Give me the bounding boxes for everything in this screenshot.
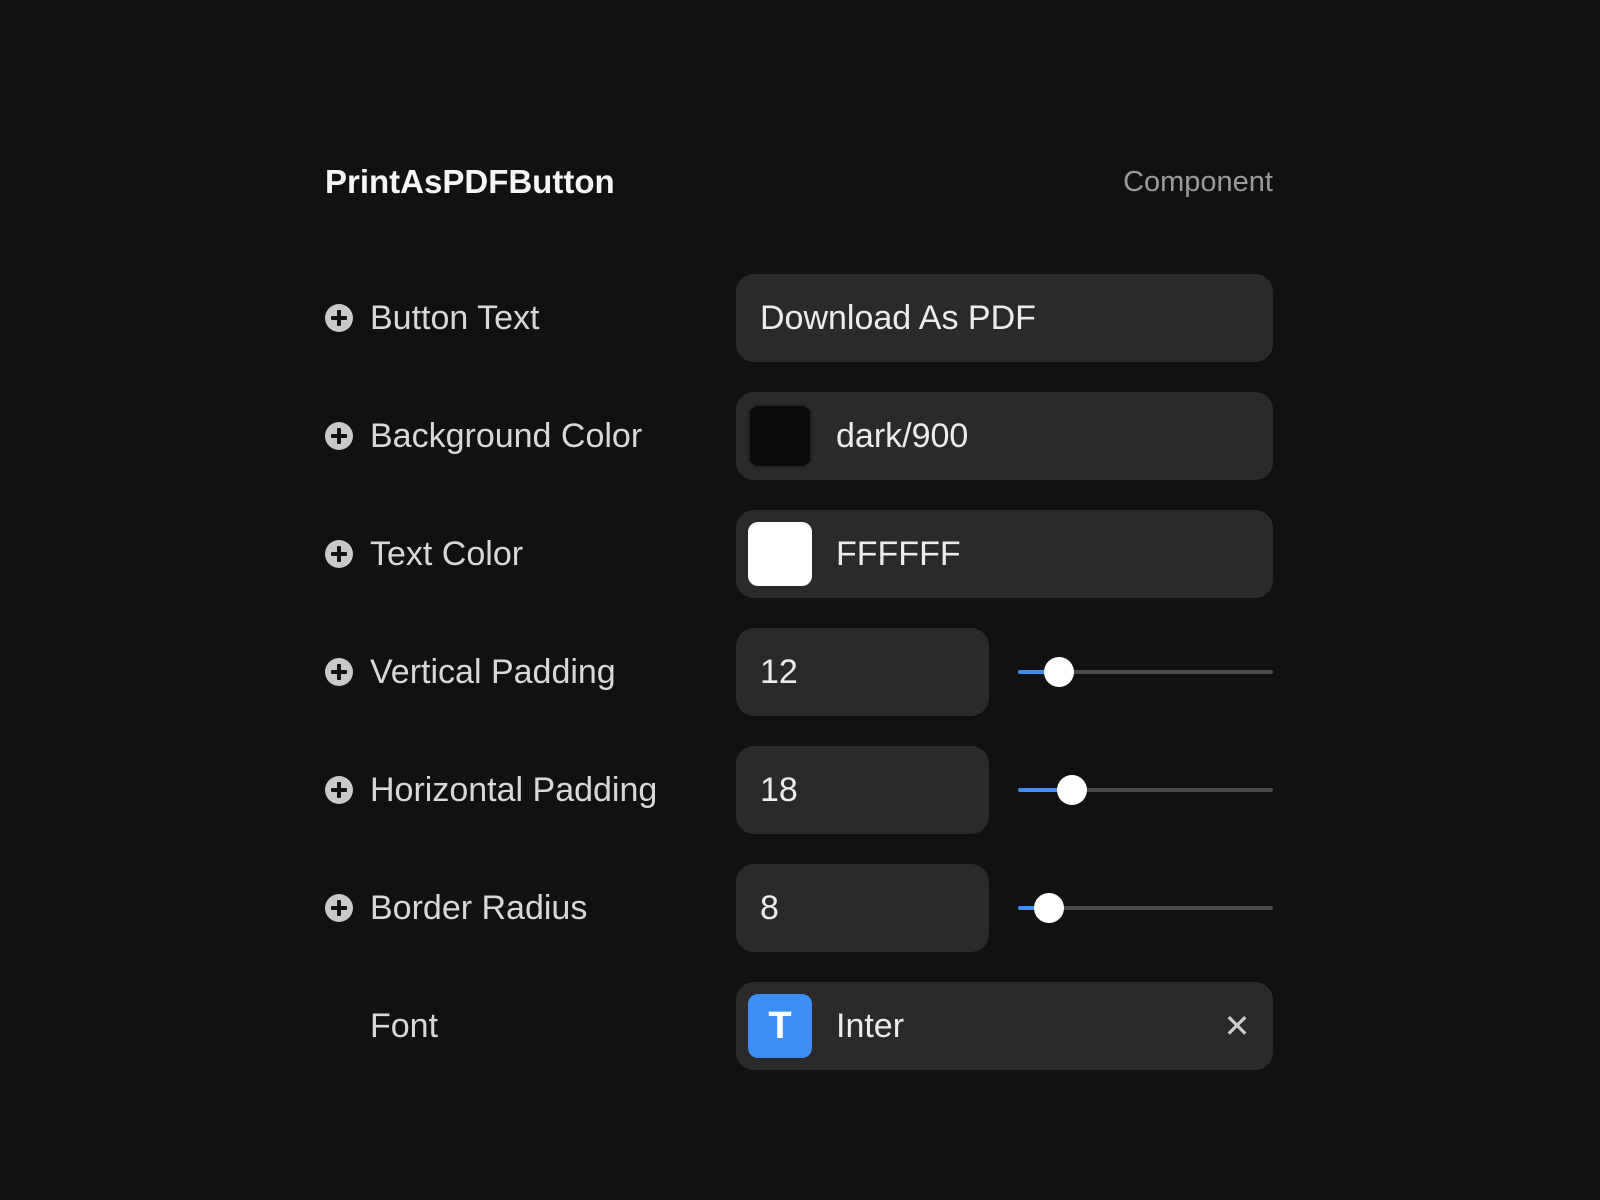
property-row-font: Font T Inter ✕ (325, 982, 1273, 1070)
background-color-picker[interactable]: dark/900 (736, 392, 1273, 480)
add-circle-icon[interactable] (325, 658, 353, 686)
add-circle-icon[interactable] (325, 422, 353, 450)
property-label-text: Background Color (370, 416, 643, 455)
property-row-button-text: Button Text Download As PDF (325, 274, 1273, 362)
property-label: Vertical Padding (325, 628, 616, 716)
border-radius-input[interactable]: 8 (736, 864, 989, 952)
property-row-background-color: Background Color dark/900 (325, 392, 1273, 480)
property-label: Button Text (325, 274, 540, 362)
component-name: PrintAsPDFButton (325, 163, 615, 200)
slider-thumb[interactable] (1044, 657, 1074, 687)
add-circle-icon[interactable] (325, 894, 353, 922)
font-value: Inter (836, 1006, 905, 1045)
property-label-text: Border Radius (370, 888, 588, 927)
property-row-horizontal-padding: Horizontal Padding 18 (325, 746, 1273, 834)
horizontal-padding-input[interactable]: 18 (736, 746, 989, 834)
horizontal-padding-value: 18 (760, 770, 798, 809)
property-row-vertical-padding: Vertical Padding 12 (325, 628, 1273, 716)
color-swatch[interactable] (748, 522, 812, 586)
property-label: Background Color (325, 392, 642, 480)
add-circle-icon[interactable] (325, 776, 353, 804)
text-color-picker[interactable]: FFFFFF (736, 510, 1273, 598)
property-row-border-radius: Border Radius 8 (325, 864, 1273, 952)
close-icon[interactable]: ✕ (1223, 1008, 1251, 1044)
property-label-text: Text Color (370, 534, 524, 573)
property-label-text: Vertical Padding (370, 652, 616, 691)
vertical-padding-slider[interactable] (1018, 628, 1273, 716)
vertical-padding-input[interactable]: 12 (736, 628, 989, 716)
component-kind-label: Component (1123, 165, 1273, 198)
font-picker[interactable]: T Inter ✕ (736, 982, 1273, 1070)
property-label-text: Font (370, 1006, 439, 1045)
horizontal-padding-slider[interactable] (1018, 746, 1273, 834)
property-label-text: Horizontal Padding (370, 770, 658, 809)
property-label: Horizontal Padding (325, 746, 657, 834)
button-text-input[interactable]: Download As PDF (736, 274, 1273, 362)
vertical-padding-value: 12 (760, 652, 798, 691)
button-text-value: Download As PDF (760, 298, 1036, 337)
add-circle-icon[interactable] (325, 540, 353, 568)
property-label: Text Color (325, 510, 523, 598)
background-color-value: dark/900 (836, 416, 969, 455)
add-circle-icon[interactable] (325, 304, 353, 332)
property-label: Font (370, 982, 438, 1070)
component-properties-panel: PrintAsPDFButton Component Button Text D… (325, 150, 1273, 1070)
property-label-text: Button Text (370, 298, 540, 337)
panel-header: PrintAsPDFButton Component (325, 150, 1273, 214)
text-color-value: FFFFFF (836, 534, 961, 573)
font-badge-glyph: T (768, 1004, 792, 1047)
border-radius-slider[interactable] (1018, 864, 1273, 952)
slider-thumb[interactable] (1057, 775, 1087, 805)
property-row-text-color: Text Color FFFFFF (325, 510, 1273, 598)
border-radius-value: 8 (760, 888, 779, 927)
font-type-icon: T (748, 994, 812, 1058)
slider-thumb[interactable] (1034, 893, 1064, 923)
property-label: Border Radius (325, 864, 587, 952)
color-swatch[interactable] (748, 404, 812, 468)
